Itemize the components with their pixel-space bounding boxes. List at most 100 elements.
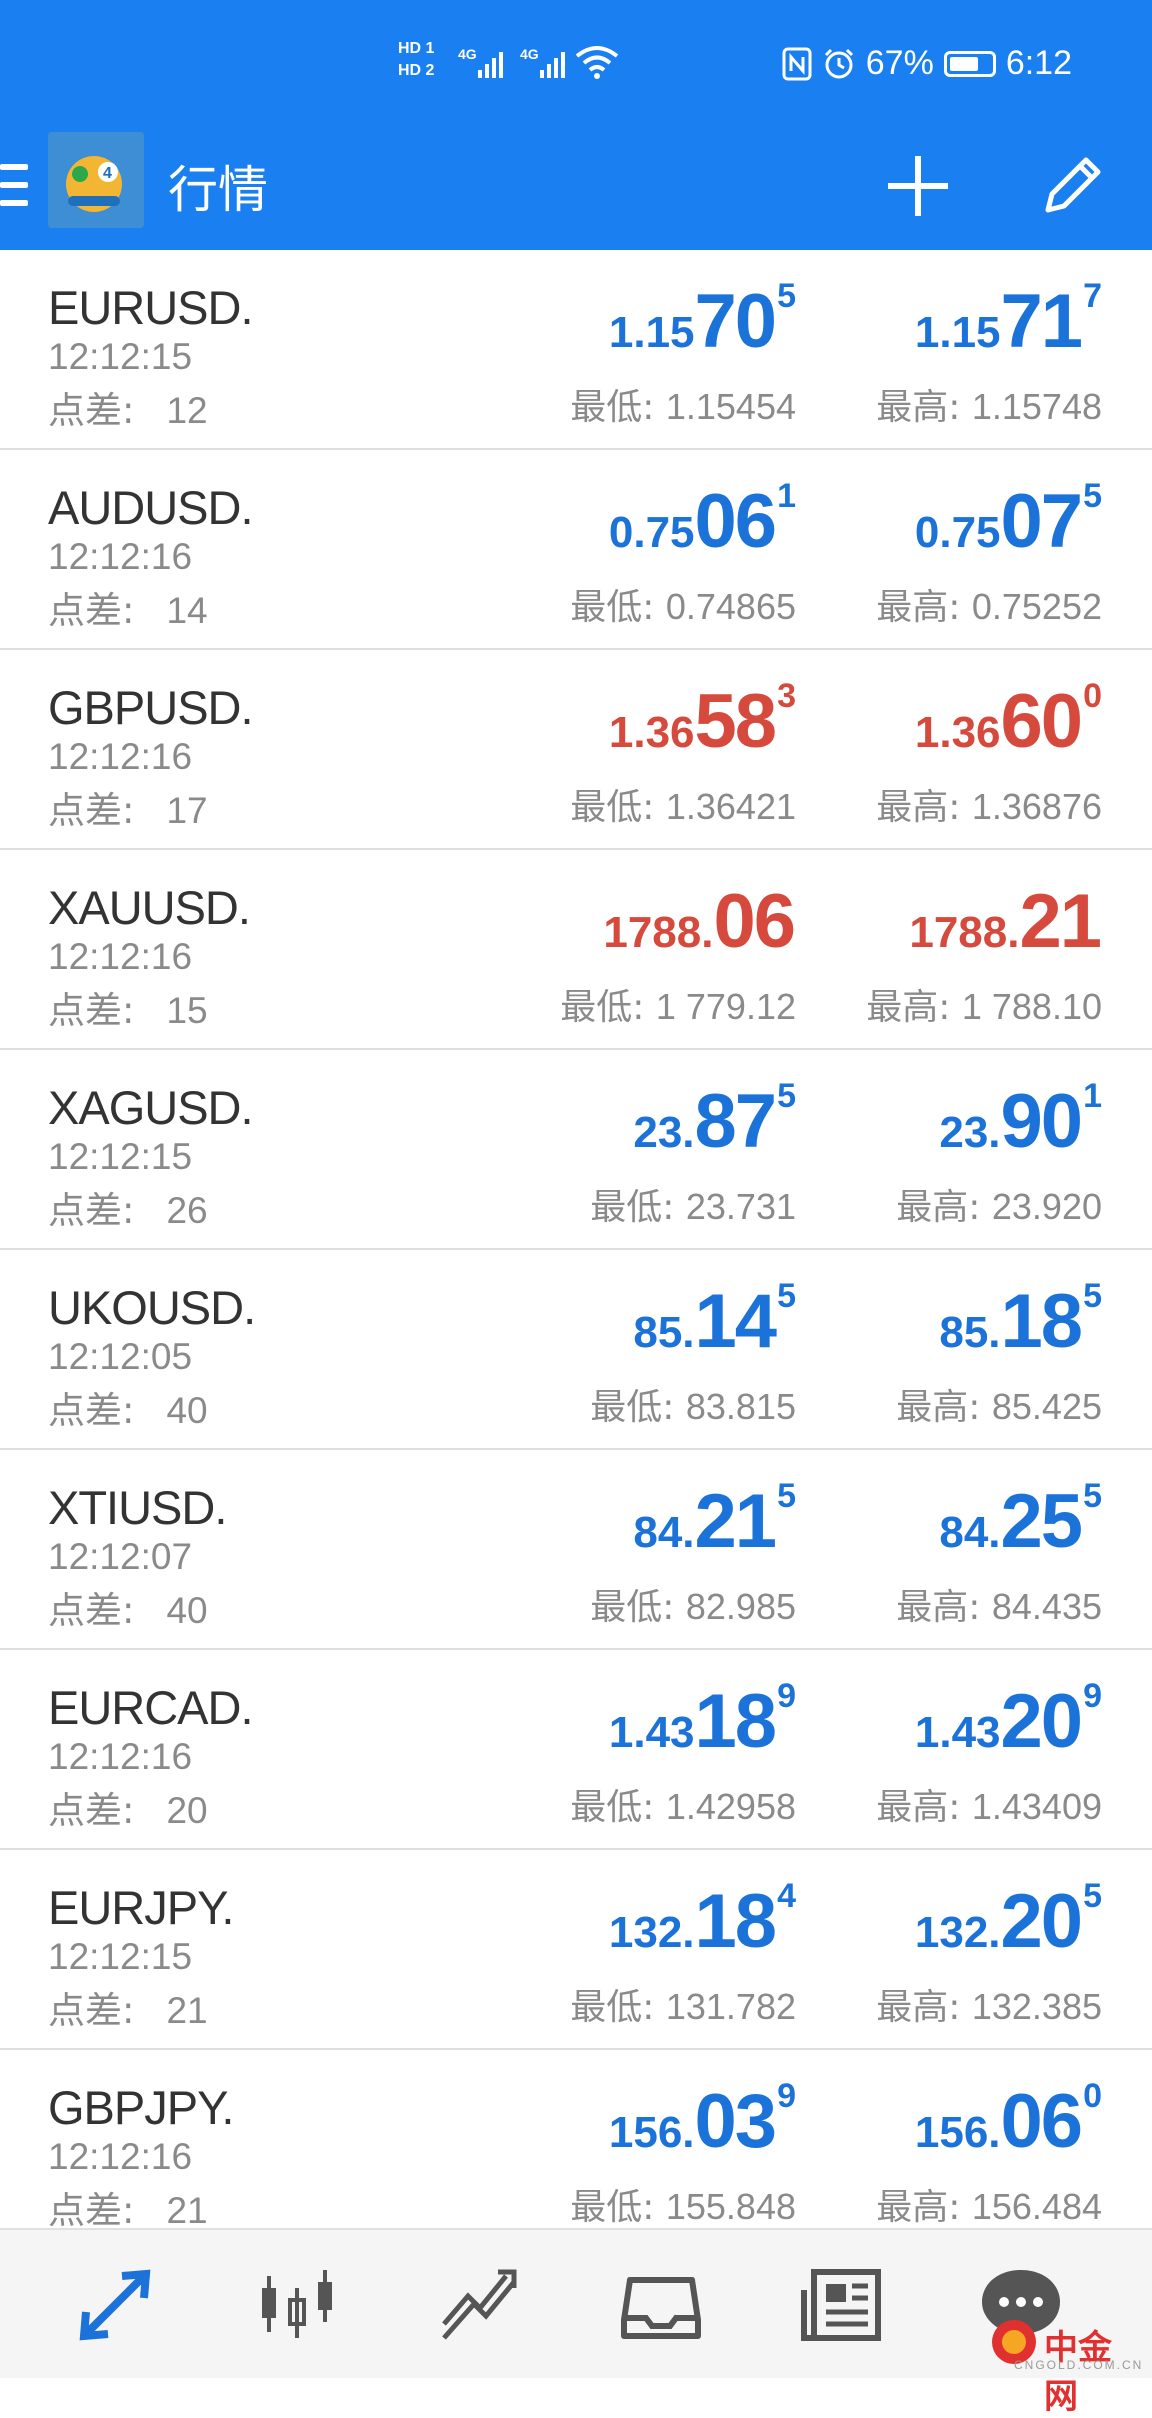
watermark: 中金网 CNGOLD.COM.CN — [974, 2320, 1144, 2417]
bid-price-prefix: 1.15 — [608, 308, 695, 357]
ask-price-pips: 90 — [1000, 1079, 1084, 1164]
symbol-name: EURCAD. — [48, 1681, 254, 1734]
quote-time: 12:12:16 — [48, 2136, 193, 2177]
edit-icon[interactable] — [1040, 148, 1110, 218]
bid-price: 1788.06 — [603, 878, 796, 965]
quote-time: 12:12:16 — [48, 1736, 193, 1777]
trade-icon[interactable] — [434, 2260, 524, 2350]
bid-price-fraction: 5 — [777, 1477, 796, 1515]
high-price: 最高: 85.425 — [896, 1378, 1102, 1430]
ask-price-pips: 71 — [1000, 279, 1084, 364]
ask-price-fraction: 7 — [1083, 277, 1102, 315]
bid-price-pips: 14 — [694, 1279, 778, 1364]
menu-icon[interactable] — [0, 164, 30, 210]
hd2-label: HD 2 — [398, 62, 435, 79]
low-price: 最低: 83.815 — [590, 1378, 796, 1430]
status-bar: HD 1 HD 2 4G 4G 67% 6:12 — [0, 0, 1152, 130]
bid-price-prefix: 1788. — [603, 908, 714, 957]
symbol-name: GBPJPY. — [48, 2081, 234, 2134]
ask-price: 1.15717 — [915, 278, 1102, 365]
bid-price-fraction: 5 — [777, 277, 796, 315]
high-value: 0.75252 — [971, 586, 1102, 627]
bid-price: 23.875 — [633, 1078, 796, 1165]
high-label: 最高: — [876, 2187, 961, 2228]
high-price: 最高: 1.15748 — [876, 378, 1102, 430]
low-label: 最低: — [590, 1387, 675, 1428]
ask-price: 85.185 — [939, 1278, 1102, 1365]
high-price: 最高: 23.920 — [896, 1178, 1102, 1230]
low-value: 1.36421 — [665, 786, 796, 827]
signal-bars-2-icon — [540, 48, 570, 78]
quote-row[interactable]: XTIUSD. 12:12:07 点差: 40 84.215 84.255 最低:… — [0, 1450, 1152, 1650]
high-value: 84.435 — [991, 1586, 1102, 1627]
bid-price-pips: 21 — [694, 1479, 778, 1564]
low-price: 最低: 82.985 — [590, 1578, 796, 1630]
quote-row[interactable]: GBPUSD. 12:12:16 点差: 17 1.36583 1.36600 最… — [0, 650, 1152, 850]
ask-price: 84.255 — [939, 1478, 1102, 1565]
news-icon[interactable] — [798, 2260, 888, 2350]
bid-price-fraction: 5 — [777, 1277, 796, 1315]
quote-row[interactable]: XAUUSD. 12:12:16 点差: 15 1788.06 1788.21 最… — [0, 850, 1152, 1050]
high-value: 132.385 — [971, 1986, 1102, 2027]
spread-label: 点差: — [48, 589, 135, 632]
ask-price-fraction: 0 — [1083, 2077, 1102, 2115]
ask-price-pips: 25 — [1000, 1479, 1084, 1564]
quote-time: 12:12:15 — [48, 1136, 193, 1177]
ask-price-prefix: 1.36 — [914, 708, 1001, 757]
ask-price-pips: 20 — [1000, 1679, 1084, 1764]
spread-value: 21 — [166, 2190, 208, 2231]
spread-value: 15 — [166, 990, 208, 1031]
high-price: 最高: 1.36876 — [876, 778, 1102, 830]
battery-icon — [943, 50, 996, 77]
symbol-name: AUDUSD. — [48, 481, 254, 534]
bid-price-prefix: 0.75 — [608, 508, 695, 557]
high-label: 最高: — [866, 987, 951, 1028]
spread-value: 17 — [166, 790, 208, 831]
quote-row[interactable]: XAGUSD. 12:12:15 点差: 26 23.875 23.901 最低:… — [0, 1050, 1152, 1250]
add-symbol-icon[interactable] — [884, 152, 952, 220]
bid-price-prefix: 1.36 — [608, 708, 695, 757]
ask-price-fraction: 1 — [1083, 1077, 1102, 1115]
ask-price-prefix: 1.15 — [914, 308, 1001, 357]
hd-indicator: HD 1 HD 2 — [398, 38, 434, 82]
quote-row[interactable]: GBPJPY. 12:12:16 点差: 21 156.039 156.060 最… — [0, 2050, 1152, 2250]
bid-price: 1.43189 — [609, 1678, 796, 1765]
signal-bars-1-icon — [478, 48, 508, 78]
low-value: 1.42958 — [665, 1786, 796, 1827]
spread: 点差: 15 — [48, 980, 208, 1034]
spread-value: 20 — [166, 1790, 208, 1831]
history-icon[interactable] — [616, 2260, 706, 2350]
spread-label: 点差: — [48, 1989, 135, 2032]
quote-row[interactable]: AUDUSD. 12:12:16 点差: 14 0.75061 0.75075 最… — [0, 450, 1152, 650]
quote-row[interactable]: EURUSD. 12:12:15 点差: 12 1.15705 1.15717 最… — [0, 250, 1152, 450]
ask-price-pips: 60 — [1000, 679, 1084, 764]
quote-row[interactable]: EURCAD. 12:12:16 点差: 20 1.43189 1.43209 最… — [0, 1650, 1152, 1850]
ask-price-pips: 06 — [1000, 2079, 1084, 2164]
quote-time: 12:12:07 — [48, 1536, 193, 1577]
quote-time: 12:12:05 — [48, 1336, 193, 1377]
chart-icon[interactable] — [252, 2260, 342, 2350]
bid-price-prefix: 85. — [633, 1308, 695, 1357]
low-price: 最低: 155.848 — [570, 2178, 796, 2230]
low-value: 155.848 — [665, 2186, 796, 2227]
ask-price: 156.060 — [915, 2078, 1102, 2165]
bid-price-prefix: 156. — [608, 2108, 695, 2157]
quotes-icon[interactable] — [70, 2260, 160, 2350]
high-value: 1.43409 — [971, 1786, 1102, 1827]
bid-price: 132.184 — [609, 1878, 796, 1965]
low-label: 最低: — [570, 2187, 655, 2228]
bid-price-pips: 18 — [694, 1679, 778, 1764]
ask-price: 132.205 — [915, 1878, 1102, 1965]
quote-row[interactable]: EURJPY. 12:12:15 点差: 21 132.184 132.205 最… — [0, 1850, 1152, 2050]
ask-price-pips: 18 — [1000, 1279, 1084, 1364]
low-label: 最低: — [570, 387, 655, 428]
spread-value: 14 — [166, 590, 208, 631]
ask-price-fraction: 5 — [1083, 1877, 1102, 1915]
low-label: 最低: — [590, 1587, 675, 1628]
low-label: 最低: — [560, 987, 645, 1028]
quote-time: 12:12:15 — [48, 1936, 193, 1977]
page-title: 行情 — [168, 161, 268, 219]
quote-row[interactable]: UKOUSD. 12:12:05 点差: 40 85.145 85.185 最低:… — [0, 1250, 1152, 1450]
app-logo: 4 — [48, 132, 144, 228]
spread: 点差: 12 — [48, 380, 208, 434]
